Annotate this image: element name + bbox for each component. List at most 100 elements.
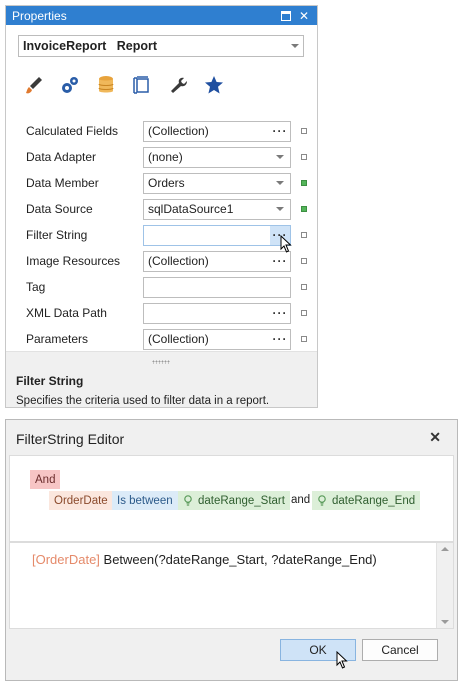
property-marker-icon[interactable] <box>301 284 307 290</box>
brush-icon <box>26 77 42 94</box>
chevron-down-icon <box>276 207 284 211</box>
description-text: Specifies the criteria used to filter da… <box>16 395 270 407</box>
property-value: (none) <box>148 150 183 164</box>
ellipsis-button[interactable]: ··· <box>270 330 290 349</box>
property-row: Image Resources (Collection) ··· <box>16 248 316 274</box>
expression-scrollbar[interactable] <box>436 543 453 628</box>
param-end-label: dateRange_End <box>332 494 416 507</box>
filterstring-editor-dialog: FilterString Editor ✕ And OrderDate Is b… <box>5 419 458 681</box>
property-value: Orders <box>148 176 185 190</box>
property-value-editor[interactable]: sqlDataSource1 <box>143 198 291 220</box>
filter-tree: And OrderDate Is between dateRange_Start… <box>9 455 454 542</box>
mouse-cursor-icon <box>280 235 292 253</box>
chevron-down-icon <box>276 181 284 185</box>
property-value-editor[interactable]: Orders <box>143 172 291 194</box>
scroll-up-icon <box>441 547 449 551</box>
tab-layout[interactable] <box>124 69 160 101</box>
tab-data[interactable] <box>88 69 124 101</box>
database-icon <box>98 76 114 93</box>
description-splitter[interactable] <box>6 351 317 371</box>
property-value-editor[interactable]: (Collection) ··· <box>143 250 291 272</box>
property-label: XML Data Path <box>26 306 107 320</box>
property-grid: Calculated Fields (Collection) ··· Data Ada… <box>16 118 316 352</box>
property-row: Data Adapter (none) <box>16 144 316 170</box>
property-value-editor[interactable]: ··· <box>143 224 291 246</box>
operator-chip[interactable]: Is between <box>112 491 178 510</box>
tab-favorites[interactable] <box>196 69 232 101</box>
dropdown-button[interactable] <box>270 181 290 185</box>
property-value-editor[interactable]: (Collection) ··· <box>143 120 291 142</box>
property-marker-icon[interactable] <box>301 180 307 186</box>
close-panel-button[interactable]: ✕ <box>297 9 311 23</box>
property-row: Calculated Fields (Collection) ··· <box>16 118 316 144</box>
expression-rest: Between(?dateRange_Start, ?dateRange_End… <box>99 552 377 567</box>
object-selector[interactable]: InvoiceReport Report <box>18 35 304 57</box>
property-label: Data Source <box>26 202 93 216</box>
tab-appearance[interactable] <box>16 69 52 101</box>
property-value-editor[interactable]: ··· <box>143 302 291 324</box>
expression-editor[interactable]: [OrderDate] Between(?dateRange_Start, ?d… <box>9 542 454 629</box>
property-marker-icon[interactable] <box>301 258 307 264</box>
param-end-chip[interactable]: dateRange_End <box>312 491 421 510</box>
param-start-label: dateRange_Start <box>198 494 285 507</box>
properties-titlebar: Properties ✕ <box>6 6 317 25</box>
chevron-down-icon <box>291 44 299 48</box>
maximize-icon <box>281 10 291 21</box>
property-label: Calculated Fields <box>26 124 119 138</box>
object-selector-value: InvoiceReport Report <box>23 39 158 53</box>
property-value: (Collection) <box>148 254 209 268</box>
property-label: Filter String <box>26 228 88 242</box>
property-marker-icon[interactable] <box>301 336 307 342</box>
wrench-icon <box>171 77 187 93</box>
property-marker-icon[interactable] <box>301 232 307 238</box>
properties-title: Properties <box>12 8 67 23</box>
property-row: XML Data Path ··· <box>16 300 316 326</box>
description-panel: Filter String Specifies the criteria use… <box>6 371 317 407</box>
chevron-down-icon <box>276 155 284 159</box>
maximize-button[interactable] <box>279 9 293 23</box>
property-label: Tag <box>26 280 46 294</box>
dropdown-button[interactable] <box>270 207 290 211</box>
expression-field: [OrderDate] <box>32 552 100 567</box>
star-icon <box>205 76 223 94</box>
property-marker-icon[interactable] <box>301 310 307 316</box>
property-value-editor[interactable]: (none) <box>143 146 291 168</box>
expression-text: [OrderDate] Between(?dateRange_Start, ?d… <box>32 552 377 567</box>
property-label: Parameters <box>26 332 89 346</box>
layout-icon <box>133 76 149 94</box>
ellipsis-button[interactable]: ··· <box>270 304 290 323</box>
cancel-button[interactable]: Cancel <box>362 639 438 661</box>
scroll-down-icon <box>441 620 449 624</box>
ellipsis-button[interactable]: ··· <box>270 252 290 271</box>
property-tabs <box>16 69 232 101</box>
field-chip[interactable]: OrderDate <box>49 491 113 510</box>
property-row: Data Member Orders <box>16 170 316 196</box>
ellipsis-button[interactable]: ··· <box>270 122 290 141</box>
property-value-editor[interactable] <box>143 276 291 298</box>
property-marker-icon[interactable] <box>301 206 307 212</box>
mouse-cursor-icon <box>336 651 348 669</box>
property-row: Parameters (Collection) ··· <box>16 326 316 352</box>
dialog-close-button[interactable]: ✕ <box>429 429 441 446</box>
property-marker-icon[interactable] <box>301 154 307 160</box>
tab-behavior[interactable] <box>52 69 88 101</box>
bulb-icon <box>184 494 192 506</box>
property-label: Data Member <box>26 176 99 190</box>
group-operator-chip[interactable]: And <box>30 470 61 489</box>
property-value: (Collection) <box>148 124 209 138</box>
property-value: (Collection) <box>148 332 209 346</box>
conjunction-label: and <box>291 494 311 506</box>
property-row: Tag <box>16 274 316 300</box>
param-start-chip[interactable]: dateRange_Start <box>178 491 290 510</box>
property-row: Data Source sqlDataSource1 <box>16 196 316 222</box>
dropdown-button[interactable] <box>270 155 290 159</box>
dialog-title: FilterString Editor <box>16 431 125 447</box>
property-label: Image Resources <box>26 254 121 268</box>
property-value-editor[interactable]: (Collection) ··· <box>143 328 291 350</box>
gears-icon <box>62 77 78 93</box>
description-title: Filter String <box>16 374 84 388</box>
bulb-icon <box>318 494 326 506</box>
properties-panel: Properties ✕ InvoiceReport Report Calcul… <box>5 5 318 408</box>
property-marker-icon[interactable] <box>301 128 307 134</box>
tab-design[interactable] <box>160 69 196 101</box>
